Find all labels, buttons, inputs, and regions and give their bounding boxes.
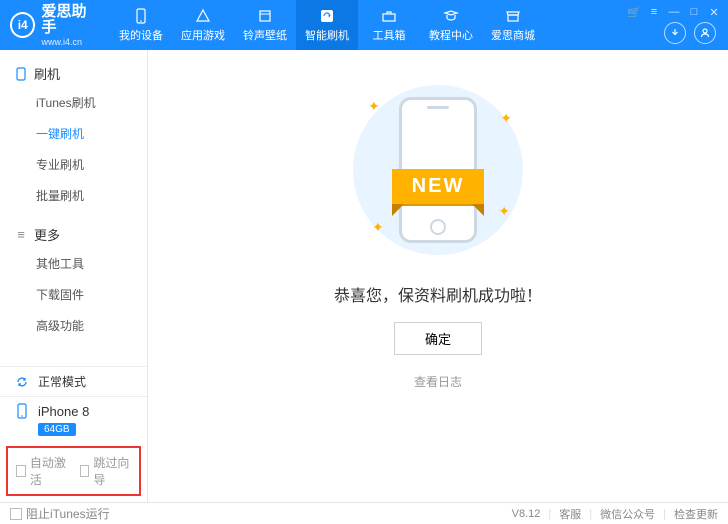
maximize-icon[interactable]: □	[686, 4, 702, 20]
device-info[interactable]: iPhone 8 64GB	[0, 396, 147, 446]
checkbox-icon	[80, 465, 90, 477]
wechat-link[interactable]: 微信公众号	[600, 506, 655, 522]
nav-my-device[interactable]: 我的设备	[110, 0, 172, 50]
checkbox-icon	[16, 465, 26, 477]
ok-button[interactable]: 确定	[394, 322, 482, 355]
sidebar: 刷机 iTunes刷机 一键刷机 专业刷机 批量刷机 ≡ 更多 其他工具 下载固…	[0, 50, 148, 502]
device-icon	[132, 7, 150, 25]
sidebar-item-pro-flash[interactable]: 专业刷机	[0, 149, 147, 180]
flash-icon	[318, 7, 336, 25]
sidebar-item-other-tools[interactable]: 其他工具	[0, 248, 147, 279]
nav-label: 铃声壁纸	[243, 27, 287, 43]
app-url: www.i4.cn	[41, 37, 100, 47]
success-illustration: ✦ ✦ ✦ ✦ NEW	[338, 80, 538, 260]
menu-icon[interactable]: ≡	[646, 4, 662, 20]
sparkle-icon: ✦	[372, 219, 384, 236]
cart-icon[interactable]: 🛒	[626, 4, 642, 20]
nav-toolbox[interactable]: 工具箱	[358, 0, 420, 50]
sparkle-icon: ✦	[498, 203, 510, 220]
view-log-link[interactable]: 查看日志	[414, 373, 462, 390]
sparkle-icon: ✦	[500, 110, 512, 127]
phone-small-icon	[14, 403, 30, 419]
nav-label: 应用游戏	[181, 27, 225, 43]
nav-label: 智能刷机	[305, 27, 349, 43]
mode-status[interactable]: 正常模式	[0, 366, 147, 396]
app-header: i4 爱思助手 www.i4.cn 我的设备 应用游戏 铃声壁纸 智能刷机 工具…	[0, 0, 728, 50]
sidebar-item-batch-flash[interactable]: 批量刷机	[0, 180, 147, 211]
app-title: 爱思助手	[41, 4, 100, 37]
nav-store[interactable]: 爱思商城	[482, 0, 544, 50]
status-bar: 阻止iTunes运行 V8.12 | 客服 | 微信公众号 | 检查更新	[0, 502, 728, 524]
nav-label: 我的设备	[119, 27, 163, 43]
sidebar-item-oneclick-flash[interactable]: 一键刷机	[0, 118, 147, 149]
nav-ringtones[interactable]: 铃声壁纸	[234, 0, 296, 50]
sparkle-icon: ✦	[368, 98, 380, 115]
mode-label: 正常模式	[38, 373, 86, 390]
close-icon[interactable]: ✕	[706, 4, 722, 20]
logo-badge-icon: i4	[10, 12, 35, 38]
checkbox-label: 跳过向导	[93, 454, 131, 488]
nav-label: 教程中心	[429, 27, 473, 43]
logo: i4 爱思助手 www.i4.cn	[0, 4, 110, 47]
window-controls: 🛒 ≡ — □ ✕	[626, 4, 722, 20]
skip-wizard-checkbox[interactable]: 跳过向导	[80, 454, 132, 488]
tutorial-icon	[442, 7, 460, 25]
store-icon	[504, 7, 522, 25]
sidebar-group-flash: 刷机	[0, 60, 147, 87]
nav-tutorial[interactable]: 教程中心	[420, 0, 482, 50]
sidebar-item-itunes-flash[interactable]: iTunes刷机	[0, 87, 147, 118]
auto-activate-checkbox[interactable]: 自动激活	[16, 454, 68, 488]
new-ribbon: NEW	[392, 169, 485, 204]
main-content: ✦ ✦ ✦ ✦ NEW 恭喜您，保资料刷机成功啦！ 确定 查看日志	[148, 50, 728, 502]
sidebar-group-title: 更多	[34, 225, 60, 244]
nav-apps[interactable]: 应用游戏	[172, 0, 234, 50]
checkbox-label: 阻止iTunes运行	[26, 505, 110, 522]
refresh-icon	[14, 374, 30, 390]
sidebar-group-more: ≡ 更多	[0, 221, 147, 248]
nav-flash[interactable]: 智能刷机	[296, 0, 358, 50]
header-action-circles	[664, 22, 716, 44]
minimize-icon[interactable]: —	[666, 4, 682, 20]
phone-icon	[14, 67, 28, 81]
download-circle-icon[interactable]	[664, 22, 686, 44]
nav-label: 工具箱	[373, 27, 406, 43]
sidebar-item-advanced[interactable]: 高级功能	[0, 310, 147, 341]
version-label: V8.12	[512, 508, 541, 520]
device-name: iPhone 8	[38, 404, 89, 419]
sidebar-item-download-firmware[interactable]: 下载固件	[0, 279, 147, 310]
nav-label: 爱思商城	[491, 27, 535, 43]
success-message: 恭喜您，保资料刷机成功啦！	[334, 282, 542, 306]
block-itunes-checkbox[interactable]: 阻止iTunes运行	[10, 505, 110, 522]
checkbox-label: 自动激活	[30, 454, 68, 488]
more-icon: ≡	[14, 228, 28, 242]
user-circle-icon[interactable]	[694, 22, 716, 44]
sidebar-group-title: 刷机	[34, 64, 60, 83]
check-update-link[interactable]: 检查更新	[674, 506, 718, 522]
toolbox-icon	[380, 7, 398, 25]
ringtone-icon	[256, 7, 274, 25]
support-link[interactable]: 客服	[559, 506, 581, 522]
apps-icon	[194, 7, 212, 25]
checkbox-icon	[10, 508, 22, 520]
storage-badge: 64GB	[38, 423, 76, 436]
options-highlight-box: 自动激活 跳过向导	[6, 446, 141, 496]
